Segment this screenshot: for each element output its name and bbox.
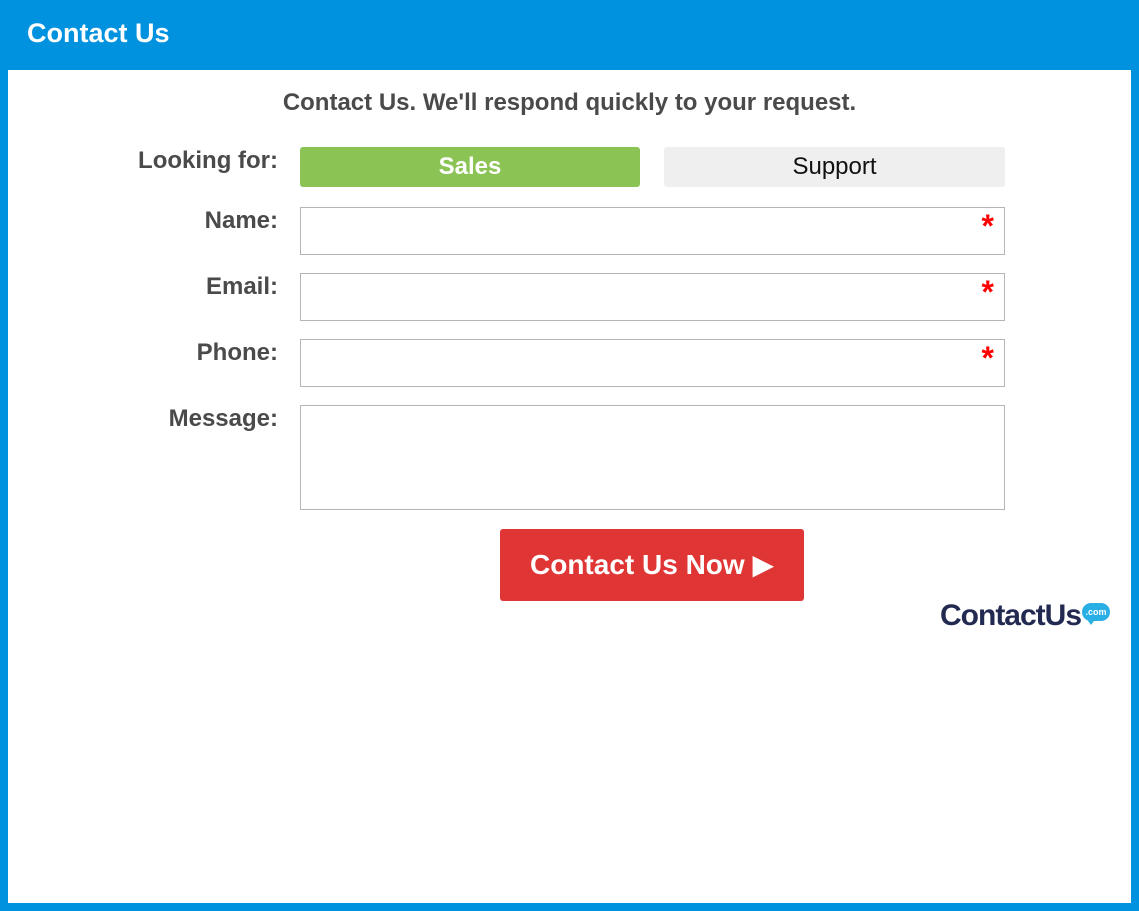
contact-us-now-button[interactable]: Contact Us Now ▶ bbox=[500, 529, 804, 601]
required-asterisk: * bbox=[981, 274, 994, 310]
contactus-logo[interactable]: ContactUs .com bbox=[940, 598, 1112, 634]
message-textarea[interactable] bbox=[301, 406, 1004, 509]
phone-input[interactable] bbox=[301, 340, 1004, 386]
phone-field-container: * bbox=[300, 339, 1005, 387]
required-asterisk: * bbox=[981, 208, 994, 244]
message-field-container bbox=[300, 405, 1005, 510]
speech-bubble-tail bbox=[1086, 618, 1096, 625]
email-label: Email: bbox=[205, 273, 278, 300]
logo-wordmark: ContactUs bbox=[940, 599, 1082, 632]
option-support-button[interactable]: Support bbox=[664, 147, 1005, 187]
name-field-container: * bbox=[300, 207, 1005, 255]
title-bar: Contact Us bbox=[0, 0, 1139, 70]
required-asterisk: * bbox=[981, 340, 994, 376]
looking-for-label: Looking for: bbox=[138, 147, 278, 174]
email-field-container: * bbox=[300, 273, 1005, 321]
form-subtitle: Contact Us. We'll respond quickly to you… bbox=[282, 89, 857, 116]
message-label: Message: bbox=[168, 405, 278, 432]
name-label: Name: bbox=[204, 207, 278, 234]
option-sales-button[interactable]: Sales bbox=[300, 147, 640, 187]
email-input[interactable] bbox=[301, 274, 1004, 320]
name-input[interactable] bbox=[301, 208, 1004, 254]
phone-label: Phone: bbox=[196, 339, 278, 366]
window-title: Contact Us bbox=[27, 18, 170, 48]
